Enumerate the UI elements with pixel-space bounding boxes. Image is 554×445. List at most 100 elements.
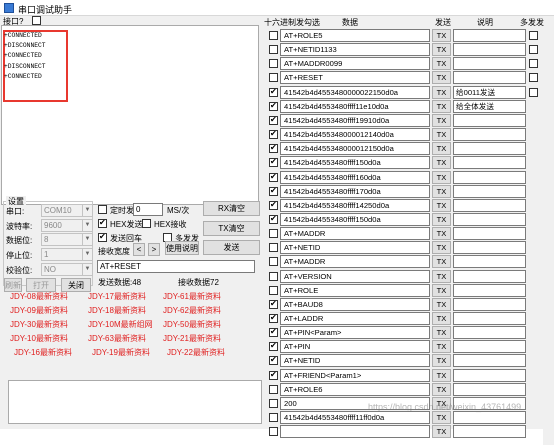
hex-row-checkbox[interactable] bbox=[269, 45, 278, 55]
hex-row-checkbox[interactable] bbox=[269, 384, 278, 394]
close-port-button[interactable]: 关闭 bbox=[61, 278, 91, 292]
command-data-field[interactable]: 41542b4d455348000012140d0a bbox=[280, 128, 430, 142]
echo-checkbox[interactable] bbox=[98, 232, 107, 242]
command-note-field[interactable] bbox=[453, 312, 526, 325]
vertical-scrollbar[interactable] bbox=[543, 32, 554, 445]
send-input[interactable]: AT+RESET bbox=[97, 260, 255, 273]
command-note-field[interactable] bbox=[453, 411, 526, 425]
rx-clear-button[interactable]: RX清空 bbox=[203, 201, 260, 216]
command-note-field[interactable] bbox=[453, 57, 526, 71]
hex-row-checkbox[interactable] bbox=[269, 413, 278, 423]
timed-interval-input[interactable]: 0 bbox=[133, 203, 163, 216]
command-note-field[interactable] bbox=[453, 241, 526, 255]
hex-row-checkbox[interactable] bbox=[269, 73, 278, 83]
tx-send-button[interactable]: TX bbox=[432, 382, 451, 396]
macro-link[interactable]: JDY-16最新资料 bbox=[14, 347, 72, 358]
hex-row-checkbox[interactable] bbox=[269, 157, 278, 168]
databits-select[interactable]: 8 ▼ bbox=[41, 233, 93, 246]
command-data-field[interactable]: 41542b4d4553480ffff11e10d0a bbox=[280, 99, 430, 113]
hex-row-checkbox[interactable] bbox=[269, 172, 278, 182]
command-data-field[interactable]: AT+MADDR bbox=[280, 227, 430, 241]
command-note-field[interactable] bbox=[453, 269, 526, 283]
command-note-field[interactable] bbox=[453, 283, 526, 297]
tx-send-button[interactable]: TX bbox=[432, 368, 451, 382]
tx-send-button[interactable]: TX bbox=[432, 227, 451, 241]
refresh-button[interactable]: 刷新 bbox=[4, 278, 22, 292]
tx-send-button[interactable]: TX bbox=[432, 297, 451, 311]
command-note-field[interactable] bbox=[453, 43, 526, 57]
command-note-field[interactable] bbox=[453, 198, 526, 212]
receive-textarea[interactable]: +CONNECTED +DISCONNECT +CONNECTED +DISCONNE… bbox=[1, 25, 259, 205]
command-data-field[interactable]: AT+MADDR bbox=[280, 255, 430, 269]
command-data-field[interactable]: AT+PIN bbox=[280, 340, 430, 354]
tx-send-button[interactable]: TX bbox=[432, 198, 451, 212]
command-data-field[interactable]: AT+BAUD8 bbox=[280, 297, 430, 311]
send-textarea[interactable] bbox=[8, 380, 262, 424]
command-note-field[interactable] bbox=[453, 354, 526, 368]
tx-send-button[interactable]: TX bbox=[432, 326, 451, 340]
command-data-field[interactable]: AT+NETID1133 bbox=[280, 43, 430, 57]
hex-row-checkbox[interactable] bbox=[269, 398, 278, 408]
timed-send-checkbox[interactable] bbox=[98, 205, 107, 214]
multi-row-checkbox[interactable] bbox=[529, 31, 538, 40]
command-data-field[interactable]: 41542b4d4553480ffff170d0a bbox=[280, 184, 430, 198]
macro-link[interactable]: JDY-19最新资料 bbox=[92, 347, 150, 358]
command-note-field[interactable] bbox=[453, 326, 526, 340]
hex-row-checkbox[interactable] bbox=[269, 31, 278, 40]
macro-link[interactable]: JDY-63最新资料 bbox=[88, 333, 146, 344]
command-data-field[interactable]: AT+PIN<Param> bbox=[280, 326, 430, 340]
command-data-field[interactable]: AT+RESET bbox=[280, 71, 430, 85]
tx-send-button[interactable]: TX bbox=[432, 312, 451, 325]
command-data-field[interactable]: 41542b4d4553480ffff160d0a bbox=[280, 170, 430, 184]
macro-link[interactable]: JDY-17最新资料 bbox=[88, 291, 146, 302]
macro-link[interactable]: JDY-21最新资料 bbox=[163, 333, 221, 344]
tx-send-button[interactable]: TX bbox=[432, 283, 451, 297]
command-data-field[interactable]: 41542b4d4553480ffff150d0a bbox=[280, 212, 430, 226]
command-data-field[interactable]: AT+ROLE6 bbox=[280, 382, 430, 396]
multi-row-checkbox[interactable] bbox=[529, 45, 538, 55]
hex-row-checkbox[interactable] bbox=[269, 285, 278, 295]
macro-link[interactable]: JDY-61最新资料 bbox=[163, 291, 221, 302]
macro-link[interactable]: JDY-30最新资料 bbox=[10, 319, 68, 330]
command-note-field[interactable] bbox=[453, 29, 526, 42]
command-data-field[interactable]: AT+FRIEND<Param1> bbox=[280, 368, 430, 382]
tx-send-button[interactable]: TX bbox=[432, 57, 451, 71]
command-data-field[interactable]: 41542b4d4553480ffff14250d0a bbox=[280, 198, 430, 212]
command-note-field[interactable] bbox=[453, 340, 526, 354]
command-note-field[interactable] bbox=[453, 382, 526, 396]
command-note-field[interactable] bbox=[453, 184, 526, 198]
command-note-field[interactable] bbox=[453, 368, 526, 382]
tx-send-button[interactable]: TX bbox=[432, 425, 451, 439]
hex-row-checkbox[interactable] bbox=[269, 101, 278, 111]
macro-link[interactable]: JDY-09最新资料 bbox=[10, 305, 68, 316]
multi-row-checkbox[interactable] bbox=[529, 59, 538, 69]
hex-row-checkbox[interactable] bbox=[269, 59, 278, 69]
tx-send-button[interactable]: TX bbox=[432, 128, 451, 142]
command-note-field[interactable] bbox=[453, 255, 526, 269]
macro-link[interactable]: JDY-10最新资料 bbox=[10, 333, 68, 344]
hex-row-checkbox[interactable] bbox=[269, 229, 278, 239]
tx-send-button[interactable]: TX bbox=[432, 71, 451, 85]
hex-row-checkbox[interactable] bbox=[269, 355, 278, 366]
command-data-field[interactable]: AT+VERSION bbox=[280, 269, 430, 283]
hex-recv-checkbox[interactable] bbox=[142, 219, 151, 228]
command-data-field[interactable]: AT+ROLE5 bbox=[280, 29, 430, 42]
tx-send-button[interactable]: TX bbox=[432, 99, 451, 113]
command-note-field[interactable] bbox=[453, 170, 526, 184]
tx-send-button[interactable]: TX bbox=[432, 212, 451, 226]
command-data-field[interactable] bbox=[280, 425, 430, 439]
hex-row-checkbox[interactable] bbox=[269, 341, 278, 352]
tx-send-button[interactable]: TX bbox=[432, 142, 451, 156]
command-note-field[interactable]: 给全体发送 bbox=[453, 99, 526, 113]
prev-button[interactable]: < bbox=[133, 243, 145, 256]
command-data-field[interactable]: 41542b4d455348000012150d0a bbox=[280, 142, 430, 156]
tx-send-button[interactable]: TX bbox=[432, 255, 451, 269]
tx-send-button[interactable]: TX bbox=[432, 354, 451, 368]
hex-row-checkbox[interactable] bbox=[269, 257, 278, 267]
command-note-field[interactable] bbox=[453, 297, 526, 311]
stopbits-select[interactable]: 1 ▼ bbox=[41, 248, 93, 261]
macro-link[interactable]: JDY-62最新资料 bbox=[163, 305, 221, 316]
macro-link[interactable]: JDY-10M最新组网 bbox=[88, 319, 153, 330]
macro-link[interactable]: JDY-08最新资料 bbox=[10, 291, 68, 302]
tx-clear-button[interactable]: TX清空 bbox=[203, 221, 260, 236]
